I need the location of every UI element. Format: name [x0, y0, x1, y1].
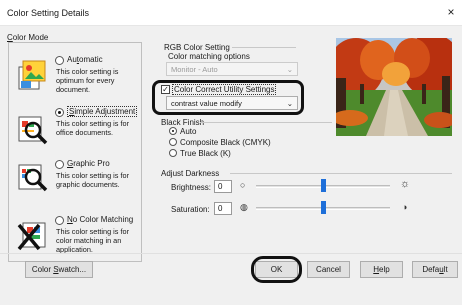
photo-doc-icon — [18, 60, 46, 90]
default-button[interactable]: Default — [412, 261, 458, 278]
black-finish-auto-radio[interactable] — [169, 127, 177, 135]
color-matching-select: Monitor - Auto ⌄ — [166, 62, 298, 76]
sun-icon: ☼ — [400, 178, 411, 190]
color-mode-panel: Automatic This color setting is optimum … — [8, 42, 142, 262]
close-icon[interactable]: × — [440, 0, 462, 26]
rgb-separator — [232, 47, 296, 48]
low-brightness-icon: ○ — [240, 180, 246, 190]
black-finish-composite-radio[interactable] — [169, 138, 177, 146]
black-finish-auto-label: Auto — [180, 127, 197, 136]
black-finish-true-black-radio[interactable] — [169, 149, 177, 157]
color-correct-settings-value: contrast value modify — [171, 99, 242, 108]
black-finish-true-black-label: True Black (K) — [180, 149, 231, 158]
preview-photo — [336, 38, 452, 136]
chevron-down-icon: ⌄ — [286, 99, 293, 108]
color-mode-label: Color Mode — [7, 33, 49, 42]
black-finish-composite-option[interactable]: Composite Black (CMYK) — [169, 138, 271, 147]
dialog-title: Color Setting Details — [7, 8, 90, 18]
saturation-label: Saturation: — [171, 205, 210, 214]
black-finish-separator — [200, 122, 332, 123]
black-finish-title: Black Finish — [161, 118, 205, 127]
color-swatch-button[interactable]: Color Swatch... — [25, 261, 93, 278]
footer-separator — [0, 253, 462, 254]
black-finish-auto-option[interactable]: Auto — [169, 127, 196, 136]
cancel-button[interactable]: Cancel — [307, 261, 350, 278]
brightness-label: Brightness: — [171, 183, 212, 192]
simple-adjustment-radio[interactable] — [55, 108, 64, 117]
low-saturation-icon: ◍ — [240, 202, 248, 212]
no-color-matching-radio[interactable] — [55, 216, 64, 225]
color-matching-options-label: Color matching options — [168, 52, 250, 61]
title-bar: Color Setting Details × — [0, 0, 462, 26]
color-setting-dialog: Color Setting Details × Color Mode Autom… — [0, 0, 462, 305]
chevron-down-icon: ⌄ — [286, 65, 293, 74]
color-matching-value: Monitor - Auto — [171, 65, 218, 74]
color-correct-settings-select[interactable]: contrast value modify ⌄ — [166, 96, 298, 110]
no-color-matching-description: This color setting is for color matching… — [56, 227, 129, 254]
color-correct-checkbox[interactable]: ✓ — [161, 85, 170, 94]
ok-highlight-ring — [251, 256, 302, 283]
saturation-slider-thumb[interactable] — [320, 201, 326, 214]
brightness-slider-thumb[interactable] — [320, 179, 326, 192]
adjust-darkness-separator — [230, 173, 452, 174]
black-finish-true-black-option[interactable]: True Black (K) — [169, 149, 231, 158]
magnifier-chart-icon — [18, 116, 48, 145]
simple-adjustment-label: Simple Adjustment — [67, 106, 138, 117]
no-color-matching-label: No Color Matching — [67, 215, 134, 224]
automatic-radio[interactable] — [55, 56, 64, 65]
color-correct-utility-label[interactable]: Color Correct Utility Settings — [172, 84, 277, 95]
automatic-label: Automatic — [67, 55, 103, 64]
magnifier-graphic-icon — [18, 164, 48, 192]
adjust-darkness-title: Adjust Darkness — [161, 169, 220, 178]
simple-adjustment-description: This color setting is for office documen… — [56, 119, 129, 137]
high-saturation-icon: ◑ — [402, 202, 408, 212]
automatic-description: This color setting is optimum for every … — [56, 67, 119, 94]
saturation-value-field[interactable]: 0 — [214, 202, 232, 215]
brightness-value-field[interactable]: 0 — [214, 180, 232, 193]
graphic-pro-label: Graphic Pro — [67, 159, 110, 168]
rgb-color-setting-title: RGB Color Setting — [164, 43, 230, 52]
no-color-matching-icon — [17, 222, 46, 251]
black-finish-composite-label: Composite Black (CMYK) — [180, 138, 271, 147]
help-button[interactable]: Help — [360, 261, 403, 278]
graphic-pro-radio[interactable] — [55, 160, 64, 169]
graphic-pro-description: This color setting is for graphic docume… — [56, 171, 129, 189]
